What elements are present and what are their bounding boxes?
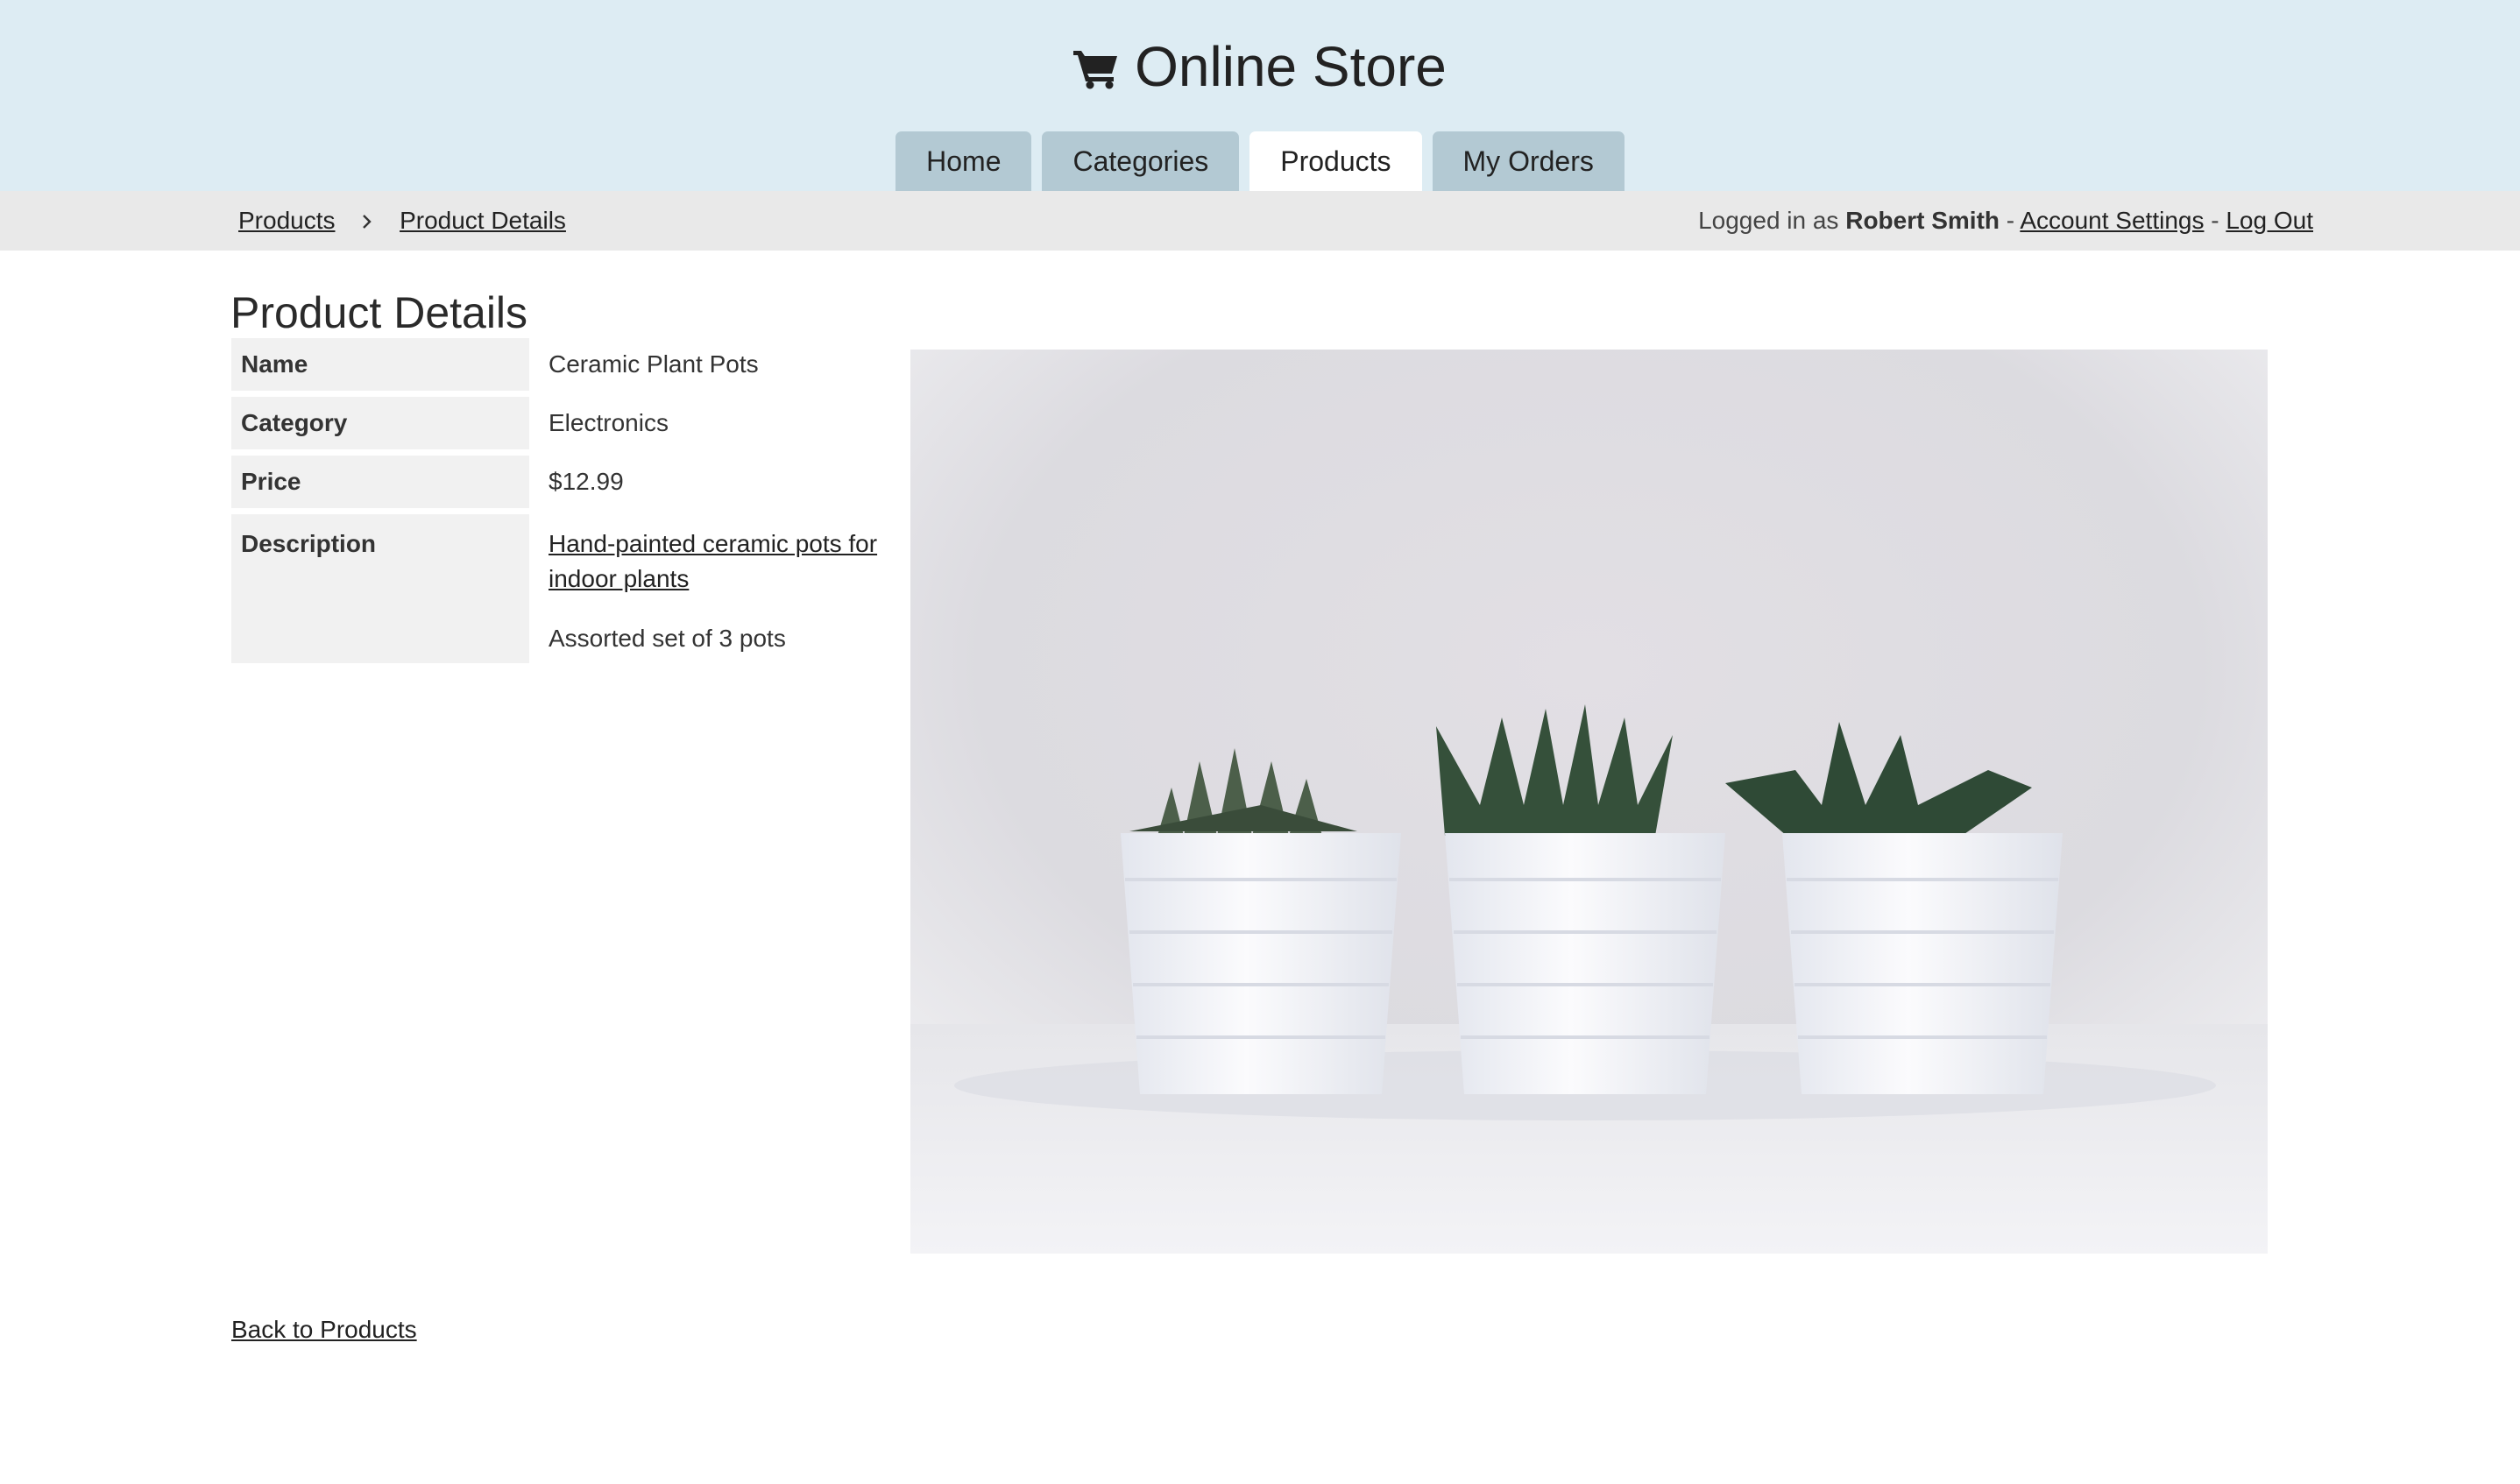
tab-home[interactable]: Home [895, 131, 1032, 191]
detail-label: Price [231, 456, 529, 508]
separator: - [2211, 207, 2219, 234]
product-details-table: Name Ceramic Plant Pots Category Electro… [231, 338, 880, 669]
log-out-link[interactable]: Log Out [2226, 207, 2313, 234]
detail-label: Name [231, 338, 529, 391]
product-price: $12.99 [549, 468, 624, 495]
breadcrumb-products-link[interactable]: Products [238, 207, 336, 234]
tab-my-orders[interactable]: My Orders [1432, 131, 1625, 191]
detail-row-name: Name Ceramic Plant Pots [231, 338, 880, 391]
description-extra: Assorted set of 3 pots [549, 625, 786, 652]
breadcrumb: Products Product Details [238, 191, 566, 251]
site-title-text: Online Store [1135, 35, 1447, 98]
page-title: Product Details [230, 288, 528, 337]
tab-products[interactable]: Products [1249, 131, 1422, 191]
detail-label: Description [231, 514, 529, 663]
site-header: Online Store Home Categories Products My… [0, 0, 2520, 191]
user-info: Logged in as Robert Smith - Account Sett… [1698, 191, 2313, 251]
product-image [910, 350, 2268, 1254]
chevron-right-icon [361, 207, 380, 234]
tab-categories[interactable]: Categories [1042, 131, 1240, 191]
detail-row-price: Price $12.99 [231, 456, 880, 508]
back-to-products-link[interactable]: Back to Products [231, 1312, 417, 1347]
sub-bar: Products Product Details Logged in as Ro… [0, 191, 2520, 251]
product-name: Ceramic Plant Pots [549, 350, 759, 378]
detail-row-category: Category Electronics [231, 397, 880, 449]
logged-in-prefix: Logged in as [1698, 207, 1839, 234]
site-title: Online Store [0, 32, 2520, 102]
shopping-cart-icon [1073, 51, 1118, 89]
product-description: Hand-painted ceramic pots for indoor pla… [529, 514, 880, 663]
main-nav: Home Categories Products My Orders [0, 131, 2520, 191]
product-category: Electronics [549, 409, 669, 436]
account-settings-link[interactable]: Account Settings [2020, 207, 2204, 234]
detail-row-description: Description Hand-painted ceramic pots fo… [231, 514, 880, 663]
user-name: Robert Smith [1845, 207, 2000, 234]
breadcrumb-product-details-link[interactable]: Product Details [400, 207, 566, 234]
description-link[interactable]: Hand-painted ceramic pots for indoor pla… [549, 526, 880, 597]
detail-label: Category [231, 397, 529, 449]
separator: - [2006, 207, 2015, 234]
